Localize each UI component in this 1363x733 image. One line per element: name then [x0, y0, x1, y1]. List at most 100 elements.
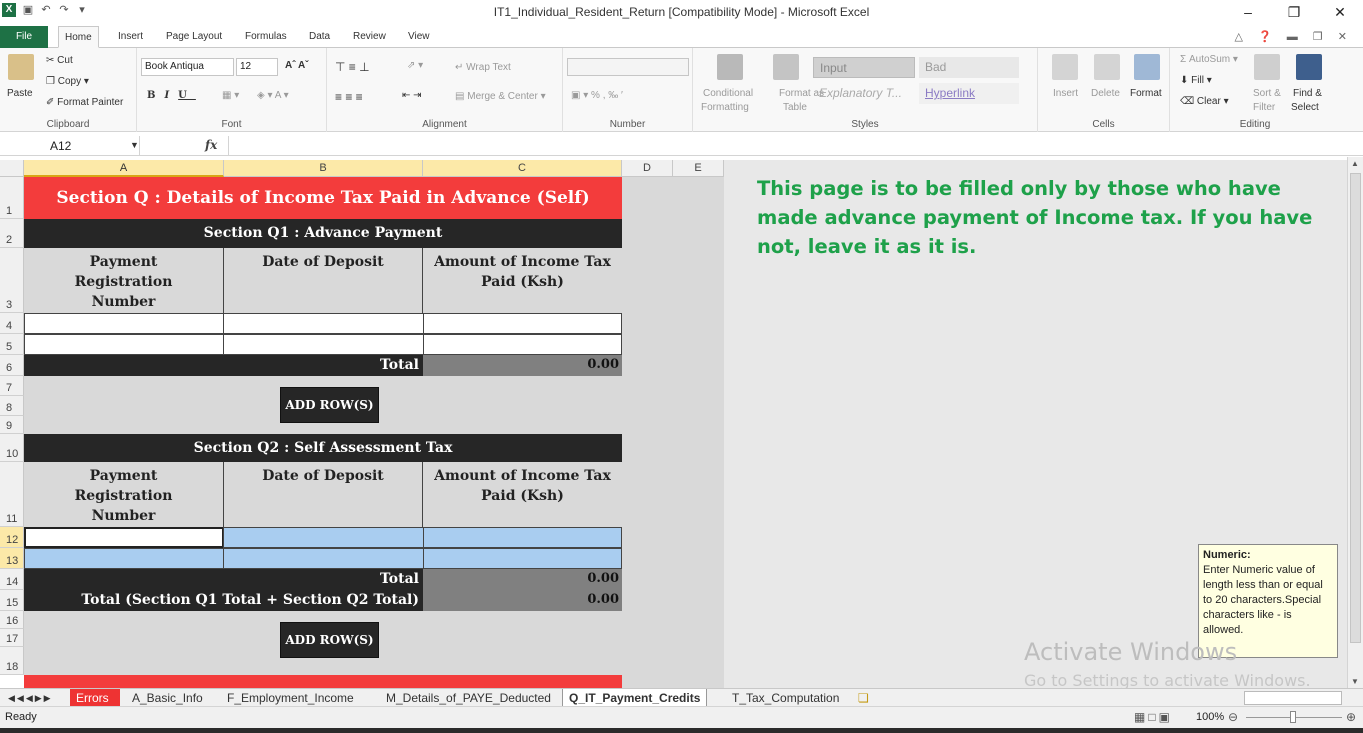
grow-font-icon[interactable]: Aˆ Aˇ — [285, 60, 309, 71]
section-q-title[interactable]: Section Q : Details of Income Tax Paid i… — [24, 177, 622, 219]
column-header-e[interactable]: E — [673, 160, 724, 177]
font-name-select[interactable]: Book Antiqua — [141, 58, 234, 76]
row-header[interactable]: 9 — [0, 416, 24, 434]
font-size-select[interactable]: 12 — [236, 58, 278, 76]
top-align-icon[interactable]: ⊤ ≡ ⊥ — [335, 60, 370, 74]
q1-total-value[interactable]: 0.00 — [423, 355, 622, 376]
grand-total-value[interactable]: 0.00 — [423, 590, 622, 611]
format-as-table-icon[interactable] — [773, 54, 799, 80]
scroll-thumb[interactable] — [1350, 173, 1361, 643]
column-header-d[interactable]: D — [622, 160, 673, 177]
zoom-slider-thumb[interactable] — [1290, 711, 1296, 723]
row-header[interactable]: 17 — [0, 629, 24, 647]
q1-cell-amount[interactable] — [423, 313, 622, 334]
row-header[interactable]: 14 — [0, 569, 24, 590]
cut-button[interactable]: ✂ Cut — [46, 55, 73, 66]
sheet-tab-it-payment-credits[interactable]: Q_IT_Payment_Credits — [562, 689, 708, 707]
paste-button[interactable]: Paste — [7, 88, 33, 99]
style-hyperlink[interactable]: Hyperlink — [919, 83, 1019, 104]
q2-cell-amount[interactable] — [423, 527, 622, 548]
vertical-scrollbar[interactable]: ▲ ▼ — [1347, 157, 1363, 688]
q2-total-value[interactable]: 0.00 — [423, 569, 622, 590]
zoom-level[interactable]: 100% — [1196, 711, 1224, 723]
q2-cell-amount[interactable] — [423, 548, 622, 569]
q1-header-date[interactable]: Date of Deposit — [224, 248, 423, 313]
sort-filter-button[interactable]: Sort & — [1253, 88, 1281, 99]
number-format-select[interactable] — [567, 58, 689, 76]
binoculars-icon[interactable] — [1296, 54, 1322, 80]
wrap-text-button[interactable]: ↵ Wrap Text — [455, 62, 511, 73]
style-explanatory[interactable]: Explanatory T... — [813, 83, 915, 104]
tab-page-layout[interactable]: Page Layout — [160, 26, 228, 48]
row-header[interactable]: 16 — [0, 611, 24, 629]
column-header-b[interactable]: B — [224, 160, 423, 177]
sort-filter-icon[interactable] — [1254, 54, 1280, 80]
tab-formulas[interactable]: Formulas — [239, 26, 293, 48]
row-header[interactable]: 15 — [0, 590, 24, 611]
tab-data[interactable]: Data — [303, 26, 336, 48]
row-header[interactable]: 1 — [0, 177, 24, 219]
style-input[interactable]: Input — [813, 57, 915, 78]
conditional-formatting-icon[interactable] — [717, 54, 743, 80]
row-header[interactable]: 10 — [0, 434, 24, 462]
section-q1-title[interactable]: Section Q1 : Advance Payment — [24, 219, 622, 248]
add-rows-button-q2[interactable]: ADD ROW(S) — [280, 622, 379, 658]
q1-header-payment[interactable]: Payment Registration Number — [24, 248, 224, 313]
tab-insert[interactable]: Insert — [112, 26, 149, 48]
tab-file[interactable]: File — [0, 26, 48, 48]
copy-button[interactable]: ❐ Copy ▾ — [46, 76, 89, 87]
row-header[interactable]: 2 — [0, 219, 24, 248]
indent-icon[interactable]: ⇤ ⇥ — [402, 90, 422, 101]
row-header[interactable]: 5 — [0, 334, 24, 355]
row-header[interactable]: 12 — [0, 527, 24, 548]
format-cells-icon[interactable] — [1134, 54, 1160, 80]
select-all-corner[interactable] — [0, 160, 24, 177]
bold-italic-underline-icons[interactable]: BIU — [147, 90, 196, 101]
q1-cell-amount[interactable] — [423, 334, 622, 355]
q2-cell-date[interactable] — [223, 527, 424, 548]
autosum-button[interactable]: Σ AutoSum ▾ — [1180, 54, 1238, 65]
add-rows-button-q1[interactable]: ADD ROW(S) — [280, 387, 379, 423]
sheet-tab-tax-computation[interactable]: T_Tax_Computation — [726, 689, 845, 707]
view-mode-icons[interactable]: ▦□▣ — [1134, 710, 1173, 724]
minimize-button[interactable]: – — [1225, 0, 1271, 24]
sheet-tab-employment-income[interactable]: F_Employment_Income — [221, 689, 360, 707]
sheet-tab-paye-deducted[interactable]: M_Details_of_PAYE_Deducted — [380, 689, 557, 707]
row-header[interactable]: 6 — [0, 355, 24, 376]
insert-sheet-icon[interactable]: ❏ — [852, 689, 875, 707]
orientation-icon[interactable]: ⇗ ▾ — [407, 60, 423, 71]
sheet-tab-basic-info[interactable]: A_Basic_Info — [126, 689, 209, 707]
name-box-dropdown-icon[interactable]: ▼ — [130, 140, 139, 150]
section-q2-title[interactable]: Section Q2 : Self Assessment Tax — [24, 434, 622, 462]
merge-center-button[interactable]: ▤ Merge & Center ▾ — [455, 91, 546, 102]
delete-cells-icon[interactable] — [1094, 54, 1120, 80]
name-box[interactable]: A12 — [0, 136, 140, 156]
q2-cell-date[interactable] — [223, 548, 424, 569]
q1-cell-date[interactable] — [223, 334, 424, 355]
paste-icon[interactable] — [8, 54, 34, 80]
fill-color-icon[interactable]: ◈ ▾ A ▾ — [257, 90, 289, 101]
restore-button[interactable]: ❐ — [1271, 0, 1317, 24]
tab-home[interactable]: Home — [58, 26, 99, 48]
next-section-title[interactable]: Section R : Details of Income Tax Deduct… — [24, 675, 622, 688]
column-header-a[interactable]: A — [24, 160, 224, 177]
align-left-icon[interactable]: ≡ ≡ ≡ — [335, 90, 363, 104]
zoom-out-icon[interactable]: ⊖ — [1228, 710, 1238, 724]
find-select-button[interactable]: Find & — [1293, 88, 1322, 99]
scroll-up-icon[interactable]: ▲ — [1351, 159, 1359, 168]
row-header[interactable]: 3 — [0, 248, 24, 313]
scroll-down-icon[interactable]: ▼ — [1351, 677, 1359, 686]
sheet-tab-errors[interactable]: Errors — [70, 689, 120, 707]
clear-button[interactable]: ⌫ Clear ▾ — [1180, 96, 1229, 107]
help-icon[interactable]: △ ❓ ▬ ❐ ✕ — [1235, 30, 1353, 43]
q1-cell-payment[interactable] — [24, 313, 224, 334]
horizontal-scrollbar[interactable] — [1244, 691, 1342, 705]
row-header[interactable]: 8 — [0, 396, 24, 416]
zoom-in-icon[interactable]: ⊕ — [1346, 710, 1356, 724]
row-header[interactable]: 11 — [0, 462, 24, 527]
currency-icon[interactable]: ▣ ▾ % , ‰ ′ — [571, 90, 623, 101]
q1-header-amount[interactable]: Amount of Income Tax Paid (Ksh) — [423, 248, 622, 313]
column-header-c[interactable]: C — [423, 160, 622, 177]
worksheet-grid[interactable]: A B C D E 1 2 3 4 5 6 7 8 9 10 11 12 13 … — [0, 160, 1350, 688]
row-header[interactable]: 13 — [0, 548, 24, 569]
